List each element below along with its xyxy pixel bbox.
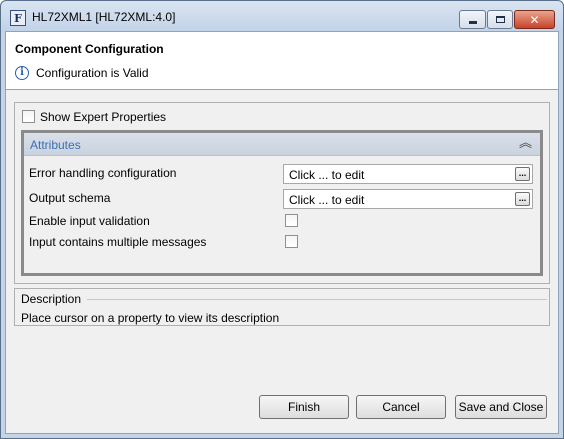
properties-panel: Show Expert Properties Attributes ︽ Erro… bbox=[14, 102, 550, 284]
dialog-client-area: Component Configuration i Configuration … bbox=[5, 31, 559, 434]
description-text: Place cursor on a property to view its d… bbox=[21, 311, 280, 325]
error-handling-edit-button[interactable]: ... bbox=[515, 167, 530, 181]
show-expert-properties-label[interactable]: Show Expert Properties bbox=[40, 110, 166, 124]
dialog-header: Component Configuration i Configuration … bbox=[6, 32, 558, 90]
dialog-window: F HL72XML1 [HL72XML:4.0] ✕ Component Con… bbox=[0, 0, 564, 439]
output-schema-label: Output schema bbox=[29, 191, 111, 205]
input-contains-multiple-messages-label: Input contains multiple messages bbox=[29, 235, 207, 249]
close-button[interactable]: ✕ bbox=[514, 10, 555, 29]
attributes-section: Attributes ︽ Error handling configuratio… bbox=[21, 130, 543, 276]
description-panel: Description Place cursor on a property t… bbox=[14, 288, 550, 326]
validation-status: Configuration is Valid bbox=[36, 66, 149, 80]
minimize-button[interactable] bbox=[459, 10, 486, 29]
output-schema-value: Click ... to edit bbox=[289, 193, 365, 207]
description-title: Description bbox=[21, 292, 82, 306]
enable-input-validation-label: Enable input validation bbox=[29, 214, 150, 228]
attributes-section-header[interactable]: Attributes ︽ bbox=[24, 133, 540, 156]
output-schema-field[interactable]: Click ... to edit ... bbox=[283, 189, 533, 209]
finish-button[interactable]: Finish bbox=[259, 395, 349, 419]
maximize-button[interactable] bbox=[487, 10, 513, 29]
show-expert-properties-checkbox[interactable] bbox=[22, 110, 35, 123]
enable-input-validation-checkbox[interactable] bbox=[285, 214, 298, 227]
description-divider bbox=[87, 299, 547, 300]
error-handling-configuration-label: Error handling configuration bbox=[29, 166, 177, 180]
error-handling-configuration-field[interactable]: Click ... to edit ... bbox=[283, 164, 533, 184]
app-icon: F bbox=[10, 10, 26, 26]
maximize-icon bbox=[495, 16, 505, 23]
window-title: HL72XML1 [HL72XML:4.0] bbox=[32, 10, 176, 24]
close-icon: ✕ bbox=[529, 12, 540, 27]
error-handling-configuration-value: Click ... to edit bbox=[289, 168, 365, 182]
info-icon: i bbox=[15, 66, 29, 80]
title-bar[interactable]: F HL72XML1 [HL72XML:4.0] ✕ bbox=[1, 1, 563, 31]
input-contains-multiple-messages-checkbox[interactable] bbox=[285, 235, 298, 248]
output-schema-edit-button[interactable]: ... bbox=[515, 192, 530, 206]
cancel-button[interactable]: Cancel bbox=[356, 395, 446, 419]
page-title: Component Configuration bbox=[15, 42, 164, 56]
save-and-close-button[interactable]: Save and Close bbox=[455, 395, 547, 419]
collapse-chevron-icon[interactable]: ︽ bbox=[519, 136, 532, 149]
attributes-section-title: Attributes bbox=[30, 138, 81, 152]
minimize-icon bbox=[468, 20, 477, 24]
